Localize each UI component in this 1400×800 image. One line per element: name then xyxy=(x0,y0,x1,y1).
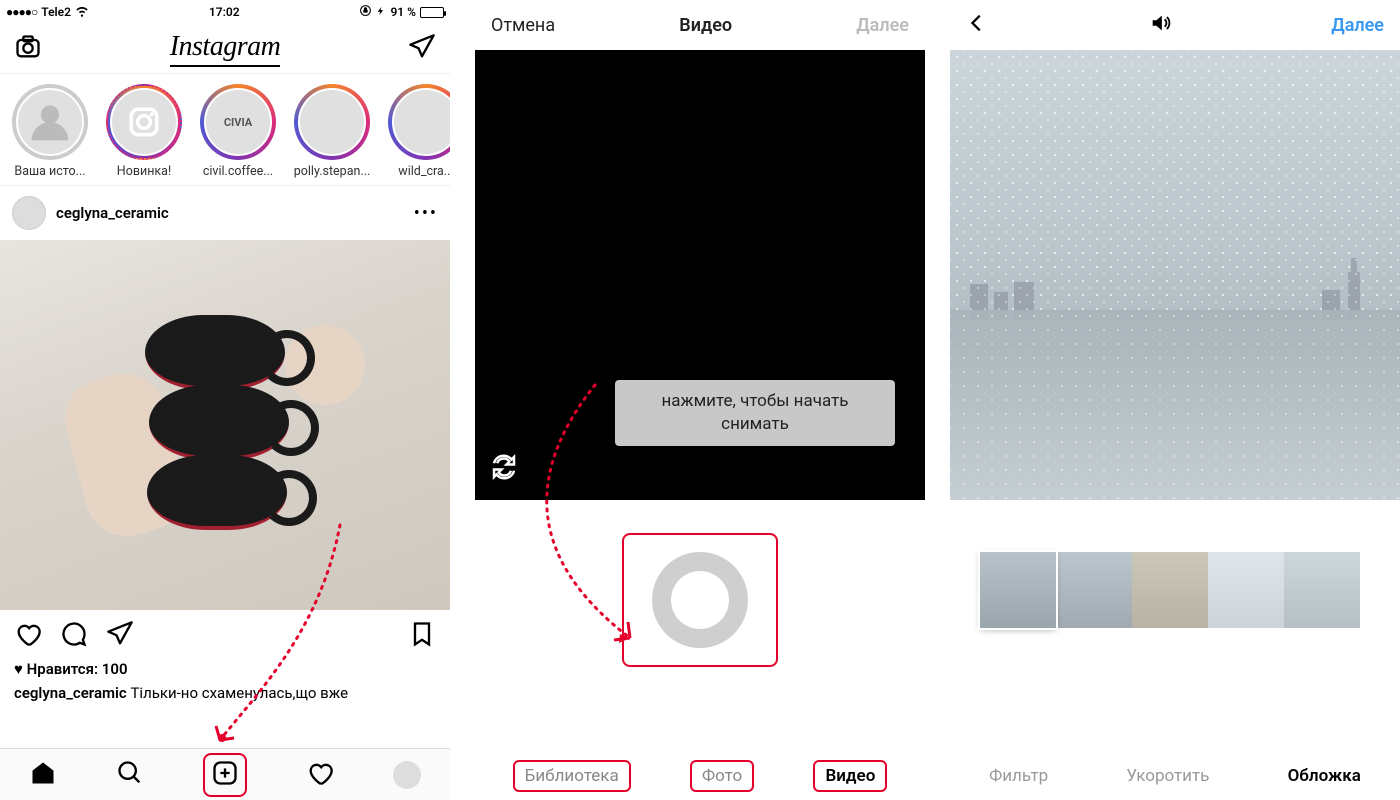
activity-tab-icon[interactable] xyxy=(306,759,334,791)
signal-icon: ●●●●○ xyxy=(6,5,37,19)
post-username[interactable]: ceglyna_ceramic xyxy=(56,204,169,222)
caption-username[interactable]: ceglyna_ceramic xyxy=(14,684,127,702)
search-tab-icon[interactable] xyxy=(116,759,144,791)
battery-pct-label: 91 % xyxy=(390,5,416,19)
tab-video[interactable]: Видео xyxy=(813,760,887,792)
switch-camera-icon[interactable] xyxy=(489,452,519,486)
likes-label[interactable]: ♥ Нравится: 100 xyxy=(0,658,450,680)
post-caption: ceglyna_ceramic Тільки-но схаменулась,що… xyxy=(0,680,450,708)
caption-text: Тільки-но схаменулась,що вже xyxy=(130,684,348,702)
cancel-button[interactable]: Отмена xyxy=(491,15,555,36)
comment-icon[interactable] xyxy=(60,620,88,652)
tab-filter[interactable]: Фильтр xyxy=(989,766,1048,786)
story-item[interactable]: Ваша исто... xyxy=(8,84,92,179)
post-image[interactable] xyxy=(0,240,450,610)
post-actions xyxy=(0,610,450,658)
clock-label: 17:02 xyxy=(209,5,240,19)
capture-mode-tabs: Библиотека Фото Видео xyxy=(475,752,925,800)
status-bar: ●●●●○ Tele2 17:02 91 % xyxy=(0,0,450,24)
camera-icon[interactable] xyxy=(14,33,42,65)
heart-solid-icon: ♥ xyxy=(14,660,27,678)
cover-thumbnail[interactable] xyxy=(1284,552,1360,628)
post-avatar[interactable] xyxy=(12,196,46,230)
app-header: Instagram xyxy=(0,24,450,74)
like-icon[interactable] xyxy=(14,620,42,652)
carrier-label: Tele2 xyxy=(41,5,71,19)
cover-thumbnail[interactable] xyxy=(980,552,1056,628)
tab-bar xyxy=(0,748,450,800)
record-video-screen: Отмена Видео Далее нажмите, чтобы начать… xyxy=(475,0,925,800)
record-tooltip: нажмите, чтобы начать снимать xyxy=(615,380,895,446)
home-tab-icon[interactable] xyxy=(29,759,57,791)
stories-tray[interactable]: Ваша исто... Новинка! CIVIAcivil.coffee...… xyxy=(0,74,450,186)
cover-thumbnail[interactable] xyxy=(1132,552,1208,628)
rotation-lock-icon xyxy=(359,4,372,20)
wifi-icon xyxy=(75,4,89,21)
cover-select-screen: Далее Фильтр Укоротить Обложка xyxy=(950,0,1400,800)
bookmark-icon[interactable] xyxy=(408,620,436,652)
app-logo: Instagram xyxy=(170,31,281,67)
story-label: Новинка! xyxy=(102,164,186,179)
cover-nav: Далее xyxy=(950,0,1400,50)
record-title: Видео xyxy=(679,15,732,36)
back-icon[interactable] xyxy=(966,12,988,39)
next-button[interactable]: Далее xyxy=(1331,15,1384,36)
story-label: civil.coffee... xyxy=(196,164,280,179)
sound-icon[interactable] xyxy=(1147,12,1173,39)
tab-library[interactable]: Библиотека xyxy=(513,760,631,792)
story-label: wild_cra... xyxy=(384,164,450,179)
more-options-icon[interactable]: ••• xyxy=(414,203,438,224)
feed-screen: ●●●●○ Tele2 17:02 91 % Instagram Ваша ис… xyxy=(0,0,450,800)
tab-photo[interactable]: Фото xyxy=(690,760,754,792)
profile-tab-icon[interactable] xyxy=(393,761,421,789)
record-nav: Отмена Видео Далее xyxy=(475,0,925,50)
create-tab-icon[interactable] xyxy=(203,753,247,797)
story-item[interactable]: Новинка! xyxy=(102,84,186,179)
cover-thumbnail[interactable] xyxy=(1208,552,1284,628)
direct-message-icon[interactable] xyxy=(408,33,436,65)
share-icon[interactable] xyxy=(106,620,134,652)
edit-mode-tabs: Фильтр Укоротить Обложка xyxy=(950,752,1400,800)
cover-thumbnail[interactable] xyxy=(1056,552,1132,628)
record-area xyxy=(475,500,925,700)
post-header: ceglyna_ceramic ••• xyxy=(0,186,450,240)
next-button-disabled: Далее xyxy=(856,15,909,36)
tab-trim[interactable]: Укоротить xyxy=(1126,766,1209,786)
story-label: Ваша исто... xyxy=(8,164,92,179)
story-item[interactable]: polly.stepan... xyxy=(290,84,374,179)
charging-icon xyxy=(376,4,386,21)
camera-viewfinder[interactable]: нажмите, чтобы начать снимать xyxy=(475,50,925,500)
battery-icon xyxy=(420,7,444,18)
tab-cover[interactable]: Обложка xyxy=(1288,766,1361,786)
record-button-highlight xyxy=(622,533,778,667)
record-button[interactable] xyxy=(652,552,748,648)
story-item[interactable]: CIVIAcivil.coffee... xyxy=(196,84,280,179)
story-label: polly.stepan... xyxy=(290,164,374,179)
video-preview[interactable] xyxy=(950,50,1400,500)
cover-thumbnails xyxy=(950,500,1400,680)
story-item[interactable]: wild_cra... xyxy=(384,84,450,179)
